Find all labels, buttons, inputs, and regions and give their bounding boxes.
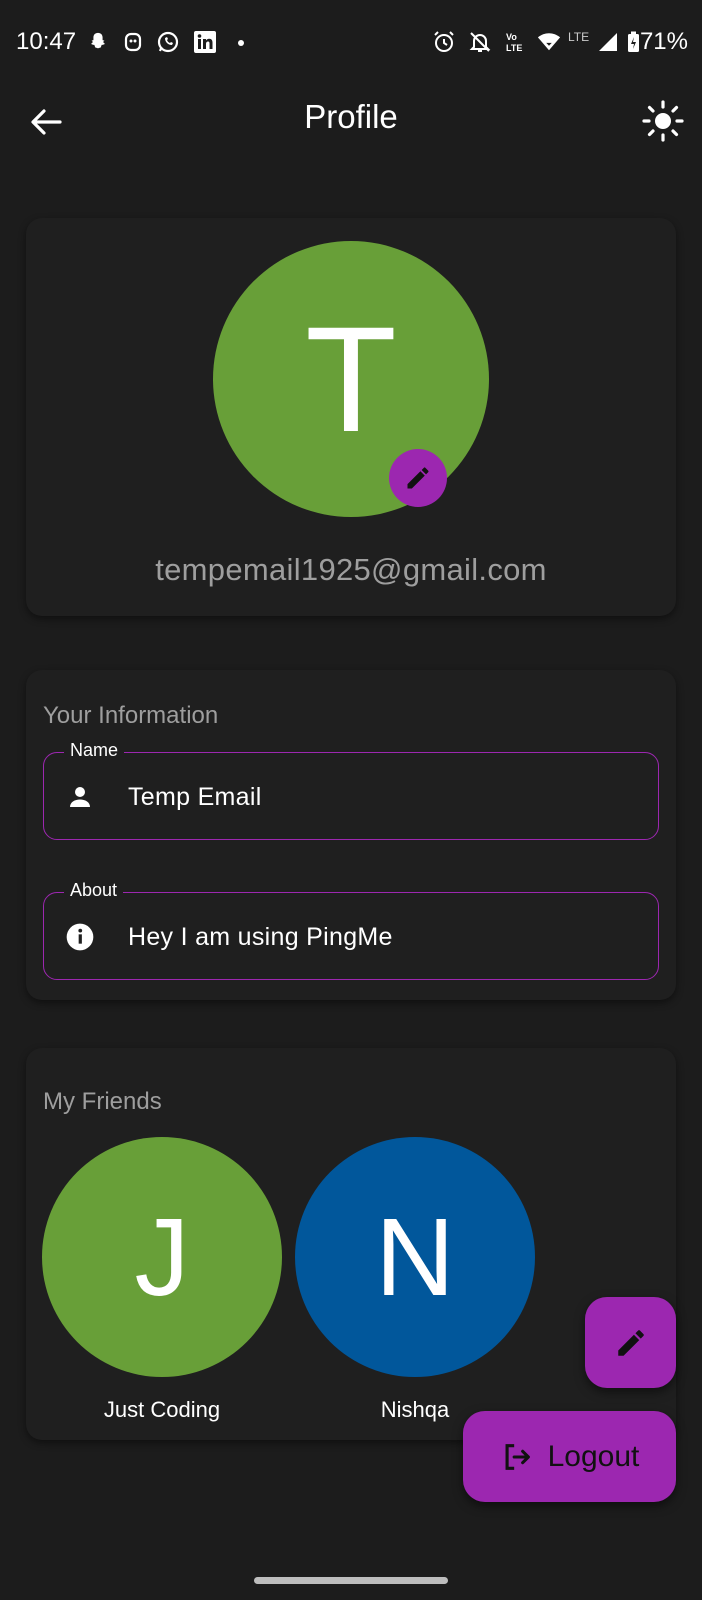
status-bar: 10:47 Vo LTE LTE 71% [0,0,702,88]
wifi-icon [537,30,561,54]
page-title: Profile [304,98,398,135]
friend-avatar-letter: N [375,1195,455,1319]
sun-icon [642,100,684,142]
volte-icon: Vo LTE [504,30,528,54]
about-field[interactable]: About Hey I am using PingMe [43,880,659,980]
logout-label: Logout [547,1439,640,1473]
svg-text:Vo: Vo [506,32,517,42]
battery-icon [626,30,640,54]
pencil-icon [617,1329,644,1356]
edit-profile-button[interactable] [585,1297,676,1388]
app-notification-icon [121,30,145,54]
friends-section-title: My Friends [43,1088,162,1115]
signal-icon [596,30,620,54]
profile-avatar-letter: T [305,294,397,463]
linkedin-icon [193,30,217,54]
snapchat-icon [86,30,110,54]
profile-email: tempemail1925@gmail.com [155,552,547,587]
edit-avatar-button[interactable] [389,449,447,507]
logout-icon [505,1443,530,1470]
whatsapp-icon [156,30,180,54]
name-field[interactable]: Name Temp Email [43,740,659,840]
logout-button[interactable]: Logout [463,1411,676,1502]
pencil-icon [407,467,429,489]
mute-bell-icon [468,30,492,54]
info-icon [64,921,96,953]
battery-percent: 71% [639,28,688,55]
status-time: 10:47 [16,28,77,55]
friend-name[interactable]: Just Coding [42,1397,282,1423]
about-field-value: Hey I am using PingMe [128,923,393,951]
information-section-title: Your Information [43,702,219,729]
name-field-value: Temp Email [128,783,262,811]
friend-avatar-letter: J [134,1195,190,1319]
alarm-icon [432,30,456,54]
friend-avatar[interactable]: N [295,1137,535,1377]
about-field-label: About [64,880,124,901]
more-notifications-dot [238,40,244,46]
theme-toggle-button[interactable] [640,98,686,144]
gesture-navigation-handle[interactable] [254,1577,448,1584]
person-icon [64,781,96,813]
svg-text:LTE: LTE [506,43,522,53]
network-type-label: LTE [568,30,590,44]
friend-avatar[interactable]: J [42,1137,282,1377]
name-field-label: Name [64,740,125,761]
profile-avatar[interactable]: T [213,241,489,517]
